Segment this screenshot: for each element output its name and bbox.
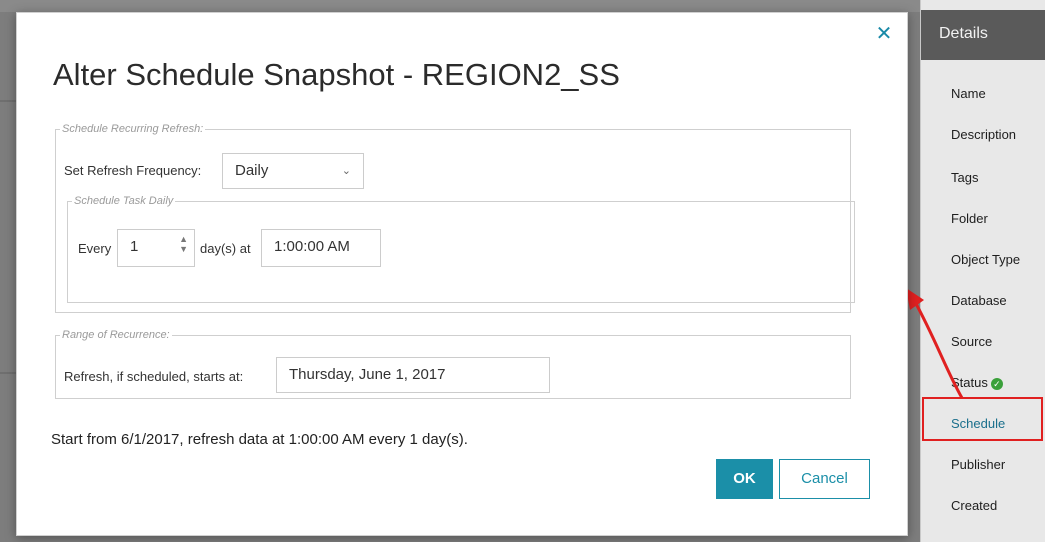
refresh-frequency-select[interactable]: Daily ⌄ xyxy=(222,153,364,189)
days-at-label: day(s) at xyxy=(200,241,251,256)
close-icon[interactable]: ✕ xyxy=(873,23,895,45)
details-item-tags[interactable]: Tags xyxy=(951,170,978,185)
recurring-refresh-legend: Schedule Recurring Refresh: xyxy=(62,123,204,135)
every-days-value: 1 xyxy=(130,238,139,255)
check-circle-icon: ✓ xyxy=(990,377,1003,390)
details-item-folder[interactable]: Folder xyxy=(951,211,988,226)
schedule-summary: Start from 6/1/2017, refresh data at 1:0… xyxy=(51,431,468,448)
time-input[interactable]: 1:00:00 AM xyxy=(261,229,381,267)
ok-button[interactable]: OK xyxy=(716,459,773,499)
start-date-value: Thursday, June 1, 2017 xyxy=(289,366,446,383)
start-date-input[interactable]: Thursday, June 1, 2017 xyxy=(276,357,550,393)
details-item-name[interactable]: Name xyxy=(951,86,986,101)
details-item-description[interactable]: Description xyxy=(951,127,1016,142)
schedule-daily-legend: Schedule Task Daily xyxy=(74,195,174,207)
starts-at-label: Refresh, if scheduled, starts at: xyxy=(64,369,244,384)
schedule-daily-group: Schedule Task Daily Every 1 ▲ ▼ day(s) at… xyxy=(67,195,855,303)
dialog-title: Alter Schedule Snapshot - REGION2_SS xyxy=(53,57,620,92)
details-header: Details xyxy=(921,10,1045,60)
details-panel: Details Name Description Tags Folder Obj… xyxy=(920,0,1045,542)
annotation-arrow-icon xyxy=(906,288,964,399)
refresh-frequency-label: Set Refresh Frequency: xyxy=(64,163,202,178)
refresh-frequency-value: Daily xyxy=(235,162,269,179)
time-value: 1:00:00 AM xyxy=(274,238,350,255)
background-header xyxy=(0,0,920,12)
chevron-down-icon: ⌄ xyxy=(341,165,351,177)
details-item-publisher[interactable]: Publisher xyxy=(951,457,1005,472)
stepper-arrows-icon[interactable]: ▲ ▼ xyxy=(179,234,188,254)
background-divider xyxy=(0,372,16,374)
details-item-created[interactable]: Created xyxy=(951,498,997,513)
details-item-object-type[interactable]: Object Type xyxy=(951,252,1020,267)
every-label: Every xyxy=(78,241,112,256)
alter-schedule-dialog: ✕ Alter Schedule Snapshot - REGION2_SS S… xyxy=(16,12,908,536)
every-days-stepper[interactable]: 1 ▲ ▼ xyxy=(117,229,195,267)
cancel-button[interactable]: Cancel xyxy=(779,459,870,499)
range-of-recurrence-group: Range of Recurrence: Refresh, if schedul… xyxy=(55,329,851,399)
background-divider xyxy=(0,100,16,102)
range-of-recurrence-legend: Range of Recurrence: xyxy=(62,329,170,341)
